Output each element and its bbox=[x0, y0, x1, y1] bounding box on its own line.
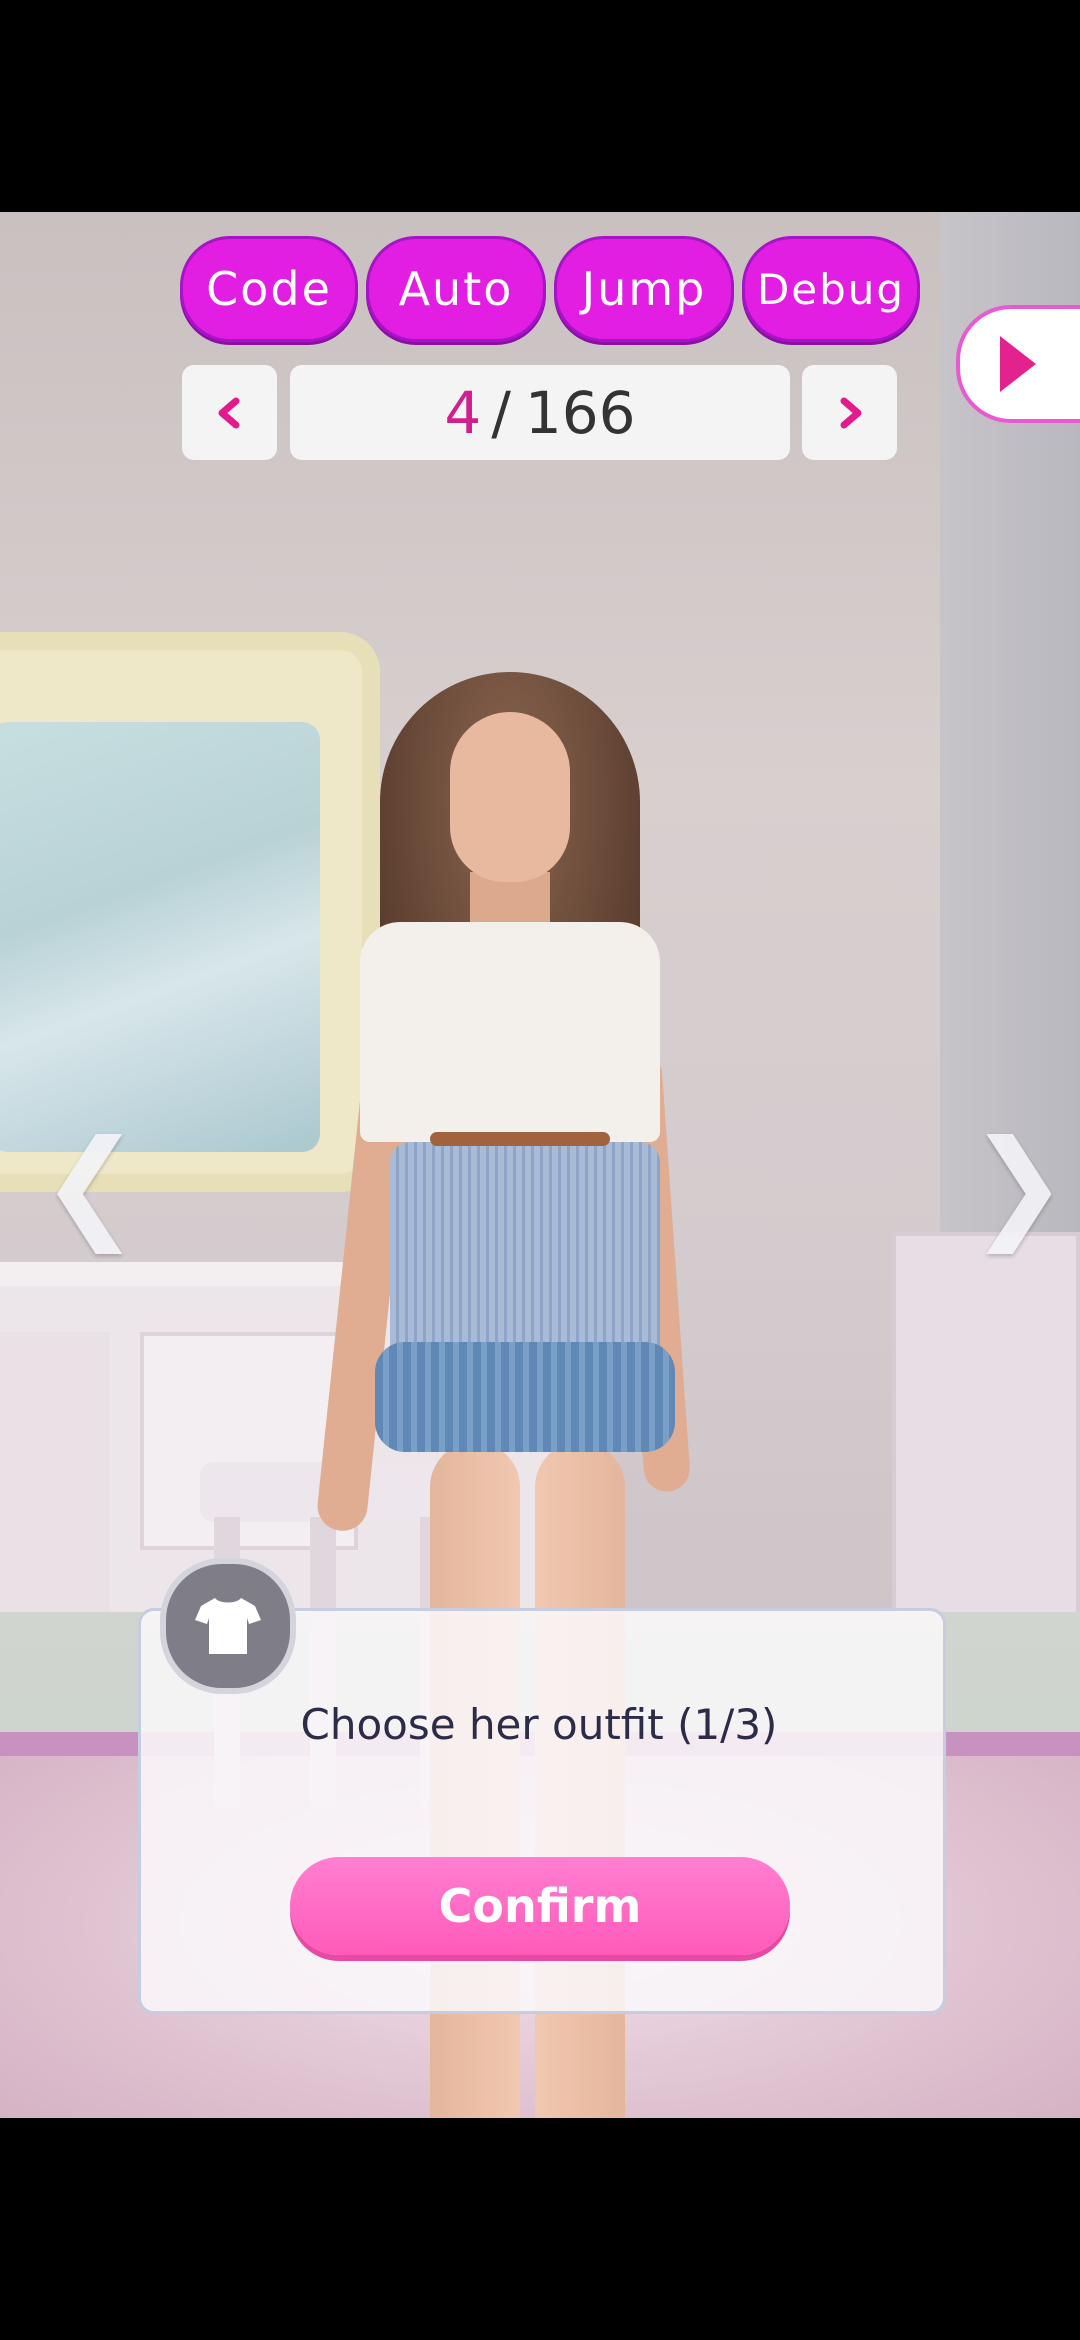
prev-outfit-arrow[interactable]: ❮ bbox=[40, 1115, 141, 1254]
next-scene-button[interactable] bbox=[802, 365, 897, 460]
next-outfit-arrow[interactable]: ❯ bbox=[968, 1115, 1069, 1254]
tshirt-icon bbox=[195, 1598, 261, 1654]
current-scene-number: 4 bbox=[444, 378, 482, 447]
jump-button[interactable]: Jump bbox=[554, 236, 734, 342]
dialog-prompt: Choose her outfit (1/3) bbox=[300, 1700, 778, 1749]
side-tab-button[interactable] bbox=[956, 305, 1080, 423]
chevron-left-icon bbox=[218, 397, 239, 428]
confirm-button[interactable]: Confirm bbox=[290, 1857, 790, 1955]
outfit-belt bbox=[430, 1132, 610, 1146]
cabinet-right bbox=[892, 1232, 1080, 1620]
scene-counter: 4 / 166 bbox=[290, 365, 790, 460]
total-scene-count: 166 bbox=[524, 378, 636, 447]
skirt-ruffle bbox=[375, 1342, 675, 1452]
chevron-right-icon bbox=[840, 397, 861, 428]
debug-button[interactable]: Debug bbox=[742, 236, 920, 342]
character-face bbox=[450, 712, 570, 882]
prev-scene-button[interactable] bbox=[182, 365, 277, 460]
dialog-badge bbox=[160, 1558, 296, 1694]
outfit-top bbox=[360, 922, 660, 1142]
debug-toolbar: Code Auto Jump Debug bbox=[180, 236, 920, 342]
auto-button[interactable]: Auto bbox=[366, 236, 546, 342]
play-arrow-icon bbox=[1000, 336, 1036, 392]
counter-separator: / bbox=[491, 378, 511, 447]
dresser-drawer-left bbox=[0, 1332, 110, 1632]
vanity-mirror-glass bbox=[0, 722, 320, 1152]
code-button[interactable]: Code bbox=[180, 236, 358, 342]
